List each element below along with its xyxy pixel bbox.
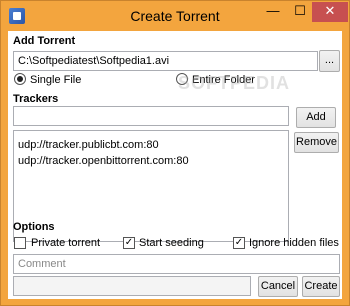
- list-item[interactable]: udp://tracker.publicbt.com:80: [18, 137, 284, 153]
- ignore-hidden-checkbox[interactable]: ✓: [233, 237, 245, 249]
- add-tracker-button[interactable]: Add: [296, 107, 336, 128]
- maximize-icon[interactable]: ☐: [287, 2, 313, 22]
- trackers-heading: Trackers: [13, 93, 59, 105]
- torrent-path-input[interactable]: C:\Softpediatest\Softpedia1.avi: [13, 51, 318, 71]
- start-seeding-label: Start seeding: [139, 237, 204, 249]
- close-icon[interactable]: ✕: [312, 2, 348, 22]
- add-torrent-heading: Add Torrent: [13, 35, 76, 47]
- status-field: [13, 276, 251, 296]
- tracker-input[interactable]: [13, 106, 289, 126]
- dialog-body: Add Torrent C:\Softpediatest\Softpedia1.…: [8, 31, 342, 299]
- remove-tracker-button[interactable]: Remove: [294, 132, 339, 153]
- ignore-hidden-label: Ignore hidden files: [249, 237, 339, 249]
- options-heading: Options: [13, 221, 55, 233]
- comment-field[interactable]: Comment: [13, 254, 340, 274]
- minimize-icon[interactable]: —: [259, 2, 287, 22]
- create-torrent-window: Create Torrent — ☐ ✕ Add Torrent C:\Soft…: [0, 0, 350, 306]
- cancel-button[interactable]: Cancel: [258, 276, 298, 297]
- list-item[interactable]: udp://tracker.openbittorrent.com:80: [18, 153, 284, 169]
- private-torrent-label: Private torrent: [31, 237, 101, 249]
- browse-button[interactable]: ...: [319, 50, 340, 72]
- private-torrent-checkbox[interactable]: [14, 237, 26, 249]
- single-file-radio[interactable]: [14, 73, 26, 85]
- start-seeding-checkbox[interactable]: ✓: [123, 237, 135, 249]
- entire-folder-radio[interactable]: [176, 73, 188, 85]
- create-button[interactable]: Create: [302, 276, 340, 297]
- title-bar[interactable]: Create Torrent — ☐ ✕: [1, 1, 349, 31]
- single-file-label: Single File: [30, 74, 82, 86]
- entire-folder-label: Entire Folder: [192, 74, 255, 86]
